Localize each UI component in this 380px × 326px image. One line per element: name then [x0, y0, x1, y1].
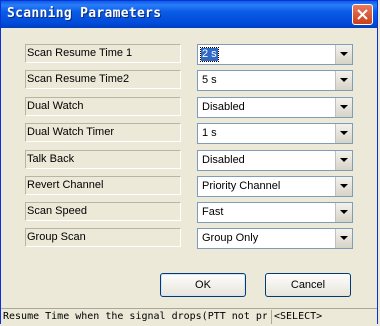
dropdown-button[interactable] [335, 124, 352, 143]
select-value: 5 s [202, 74, 217, 86]
field-label: Scan Speed [25, 202, 181, 221]
title-bar[interactable]: Scanning Parameters [1, 1, 377, 28]
close-icon [357, 9, 368, 20]
chevron-down-icon [340, 184, 348, 188]
dialog-window: Scanning Parameters Scan Resume Time 1 2… [0, 0, 378, 326]
chevron-down-icon [340, 236, 348, 240]
select-value: Group Only [202, 232, 259, 244]
field-label: Group Scan [25, 228, 181, 247]
talk-back-select[interactable]: Disabled [197, 150, 353, 171]
field-label: Revert Channel [25, 176, 181, 195]
field-row-scan-speed: Scan Speed Fast [25, 202, 353, 223]
field-row-dual-watch: Dual Watch Disabled [25, 97, 353, 118]
window-title: Scanning Parameters [7, 6, 162, 21]
status-mode: <SELECT> [271, 310, 378, 324]
close-button[interactable] [352, 4, 373, 25]
revert-channel-select[interactable]: Priority Channel [197, 176, 353, 197]
select-value: Fast [202, 206, 224, 218]
field-row-group-scan: Group Scan Group Only [25, 228, 353, 249]
field-label: Scan Resume Time 1 [25, 44, 181, 63]
select-value: Disabled [202, 154, 245, 166]
dual-watch-timer-select[interactable]: 1 s [197, 123, 353, 144]
chevron-down-icon [340, 210, 348, 214]
ok-button[interactable]: OK [160, 273, 246, 297]
dropdown-button[interactable] [335, 177, 352, 196]
status-bar: Resume Time when the signal drops(PTT no… [1, 308, 377, 326]
select-value: Disabled [202, 101, 245, 113]
dropdown-button[interactable] [335, 98, 352, 117]
dropdown-button[interactable] [335, 45, 352, 64]
dropdown-button[interactable] [335, 229, 352, 248]
field-label: Talk Back [25, 150, 181, 169]
chevron-down-icon [340, 52, 348, 56]
field-row-dual-watch-timer: Dual Watch Timer 1 s [25, 123, 353, 144]
field-row-talk-back: Talk Back Disabled [25, 150, 353, 171]
field-label: Dual Watch [25, 97, 181, 116]
select-value: Priority Channel [202, 180, 281, 192]
dropdown-button[interactable] [335, 71, 352, 90]
chevron-down-icon [340, 158, 348, 162]
group-scan-select[interactable]: Group Only [197, 228, 353, 249]
scan-resume-time-2-select[interactable]: 5 s [197, 70, 353, 91]
chevron-down-icon [340, 105, 348, 109]
dual-watch-select[interactable]: Disabled [197, 97, 353, 118]
dropdown-button[interactable] [335, 203, 352, 222]
field-row-revert-channel: Revert Channel Priority Channel [25, 176, 353, 197]
select-value: 2 s [200, 47, 219, 62]
field-row-scan-resume-time-1: Scan Resume Time 1 2 s [25, 44, 353, 65]
cancel-button[interactable]: Cancel [265, 273, 351, 297]
status-message: Resume Time when the signal drops(PTT no… [3, 311, 267, 322]
field-label: Dual Watch Timer [25, 123, 181, 142]
scan-speed-select[interactable]: Fast [197, 202, 353, 223]
field-row-scan-resume-time-2: Scan Resume Time2 5 s [25, 70, 353, 91]
scan-resume-time-1-select[interactable]: 2 s [197, 44, 353, 65]
field-label: Scan Resume Time2 [25, 70, 181, 89]
chevron-down-icon [340, 78, 348, 82]
dropdown-button[interactable] [335, 151, 352, 170]
select-value: 1 s [202, 127, 217, 139]
chevron-down-icon [340, 131, 348, 135]
